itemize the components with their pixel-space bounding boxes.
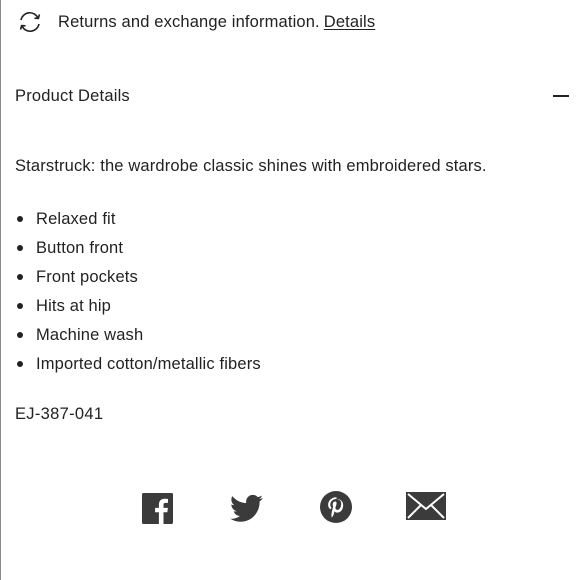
- returns-details-link[interactable]: Details: [324, 13, 376, 32]
- list-item: Hits at hip: [15, 295, 261, 324]
- minus-collapse-icon[interactable]: [553, 95, 569, 97]
- product-details-title: Product Details: [15, 86, 130, 105]
- refresh-cycle-icon: [15, 9, 45, 35]
- list-item: Imported cotton/metallic fibers: [15, 353, 261, 382]
- share-bar: [1, 488, 580, 528]
- product-details-header[interactable]: Product Details: [15, 84, 569, 108]
- product-description: Starstruck: the wardrobe classic shines …: [15, 157, 487, 175]
- facebook-icon[interactable]: [142, 493, 173, 524]
- list-item: Relaxed fit: [15, 208, 261, 237]
- product-details-panel: Returns and exchange information. Detail…: [0, 0, 580, 580]
- list-item: Machine wash: [15, 324, 261, 353]
- returns-text: Returns and exchange information.: [58, 12, 320, 31]
- pinterest-icon[interactable]: [319, 490, 353, 524]
- email-icon[interactable]: [406, 492, 446, 520]
- twitter-icon[interactable]: [230, 494, 263, 523]
- feature-list: Relaxed fit Button front Front pockets H…: [15, 208, 261, 382]
- returns-info: Returns and exchange information. Detail…: [15, 9, 375, 35]
- list-item: Front pockets: [15, 266, 261, 295]
- product-sku: EJ-387-041: [15, 405, 104, 423]
- list-item: Button front: [15, 237, 261, 266]
